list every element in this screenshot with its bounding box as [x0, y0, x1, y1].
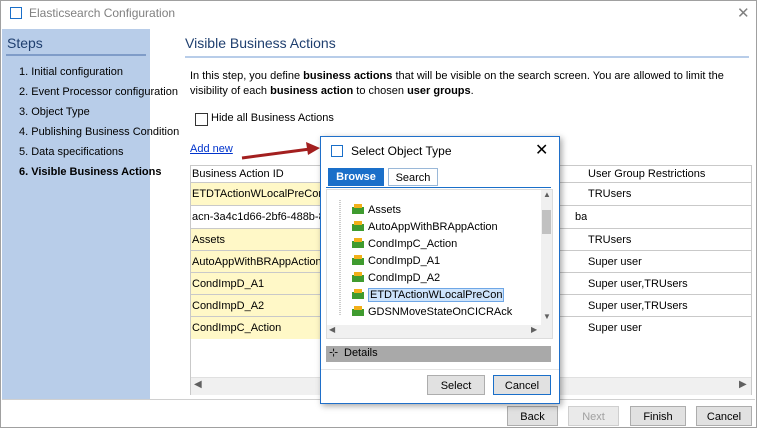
select-object-type-dialog: Select Object Type ✕ Browse Search Asset… — [320, 136, 560, 404]
desc-bold: business action — [270, 85, 354, 97]
finish-button[interactable]: Finish — [630, 406, 686, 426]
step-visible-business-actions[interactable]: 6. Visible Business Actions — [19, 166, 161, 178]
user-group-cell: Super user — [588, 256, 642, 268]
steps-title: Steps — [7, 35, 43, 51]
object-type-icon — [351, 305, 365, 317]
desc-text: In this step, you define — [190, 70, 304, 82]
dialog-icon — [331, 145, 343, 157]
tree-item-label: CondImpD_A1 — [368, 255, 441, 267]
tree-item-label: Assets — [368, 204, 402, 216]
add-new-link[interactable]: Add new — [190, 143, 233, 155]
hide-actions-label[interactable]: Hide all Business Actions — [211, 112, 334, 124]
scroll-right-icon[interactable]: ▶ — [531, 325, 537, 334]
step-publishing-condition[interactable]: 4. Publishing Business Condition — [19, 126, 179, 138]
tree-scroll-thumb[interactable] — [542, 210, 551, 234]
step-description: In this step, you define business action… — [190, 69, 750, 99]
steps-panel: Steps 1. Initial configuration 2. Event … — [2, 29, 179, 399]
desc-bold: business actions — [303, 70, 393, 82]
details-expander[interactable]: ⊹ Details — [326, 346, 551, 362]
user-group-cell: TRUsers — [588, 188, 632, 200]
tree-item-autoapp[interactable]: AutoAppWithBRAppAction — [351, 219, 498, 235]
desc-text: to chosen — [353, 85, 408, 97]
details-label: Details — [344, 347, 378, 359]
tree-item-label: AutoAppWithBRAppAction — [368, 221, 498, 233]
tree-item-condimpd-a2[interactable]: CondImpD_A2 — [351, 270, 440, 286]
scroll-down-icon[interactable]: ▼ — [543, 312, 551, 321]
user-group-cell: Super user,TRUsers — [588, 278, 688, 290]
next-button[interactable]: Next — [568, 406, 619, 426]
scroll-left-icon[interactable]: ◀ — [194, 379, 202, 390]
dialog-title: Select Object Type — [351, 144, 452, 158]
window-title: Elasticsearch Configuration — [29, 6, 176, 20]
dialog-tabs: Browse Search — [326, 168, 551, 188]
tree-item-etdtaction-selected[interactable]: ETDTActionWLocalPreCon — [351, 287, 505, 303]
object-type-icon — [351, 220, 365, 232]
object-type-icon — [351, 203, 365, 215]
object-type-icon — [351, 271, 365, 283]
tree-item-label: ETDTActionWLocalPreCon — [368, 288, 505, 302]
user-group-cell: Super user,TRUsers — [588, 300, 688, 312]
step-event-processor[interactable]: 2. Event Processor configuration — [19, 86, 178, 98]
tree-item-condimpd-a1[interactable]: CondImpD_A1 — [351, 253, 440, 269]
column-header-id[interactable]: Business Action ID — [192, 168, 284, 180]
tree-item-condimpc-action[interactable]: CondImpC_Action — [351, 236, 457, 252]
dialog-footer-divider — [321, 369, 559, 370]
annotation-arrow-icon — [241, 142, 320, 160]
step-initial-configuration[interactable]: 1. Initial configuration — [19, 66, 123, 78]
scroll-left-icon[interactable]: ◀ — [329, 325, 335, 334]
tab-browse[interactable]: Browse — [328, 168, 384, 186]
tree-item-label: CondImpD_A2 — [368, 272, 441, 284]
hide-actions-checkbox[interactable] — [195, 113, 208, 126]
user-group-cell — [587, 206, 752, 228]
close-icon[interactable]: ✕ — [535, 140, 548, 160]
object-type-icon — [351, 288, 365, 300]
object-type-tree: Assets AutoAppWithBRAppAction CondImpC_A… — [326, 189, 553, 339]
column-header-user-groups[interactable]: User Group Restrictions — [588, 168, 705, 180]
tree-item-label: CondImpC_Action — [368, 238, 458, 250]
tree-item-assets[interactable]: Assets — [351, 202, 401, 218]
object-type-icon — [351, 254, 365, 266]
cancel-button[interactable]: Cancel — [696, 406, 752, 426]
tree-item-gdsn[interactable]: GDSNMoveStateOnCICRAck — [351, 304, 512, 320]
title-bar: Elasticsearch Configuration ✕ — [1, 1, 756, 25]
scroll-right-icon[interactable]: ▶ — [739, 379, 747, 390]
tree-item-label: GDSNMoveStateOnCICRAck — [368, 306, 513, 318]
step-data-specifications[interactable]: 5. Data specifications — [19, 146, 124, 158]
back-button[interactable]: Back — [507, 406, 558, 426]
desc-text: . — [470, 85, 474, 97]
page-title: Visible Business Actions — [185, 35, 336, 51]
close-icon[interactable]: ✕ — [737, 4, 750, 22]
app-icon — [10, 7, 22, 19]
tree-horizontal-scrollbar[interactable]: ◀ ▶ — [327, 325, 541, 338]
tab-search[interactable]: Search — [388, 168, 438, 186]
user-group-cell: Super user — [588, 322, 642, 334]
dialog-cancel-button[interactable]: Cancel — [493, 375, 551, 395]
user-group-cell: TRUsers — [588, 234, 632, 246]
key-icon: ⊹ — [329, 347, 339, 359]
desc-bold: user groups — [407, 85, 471, 97]
step-object-type[interactable]: 3. Object Type — [19, 106, 90, 118]
steps-divider — [6, 54, 146, 56]
scroll-up-icon[interactable]: ▲ — [543, 190, 551, 199]
middle-cell: bal — [575, 211, 587, 223]
select-button[interactable]: Select — [427, 375, 485, 395]
object-type-icon — [351, 237, 365, 249]
title-divider — [185, 56, 749, 58]
tab-underline — [326, 187, 551, 188]
